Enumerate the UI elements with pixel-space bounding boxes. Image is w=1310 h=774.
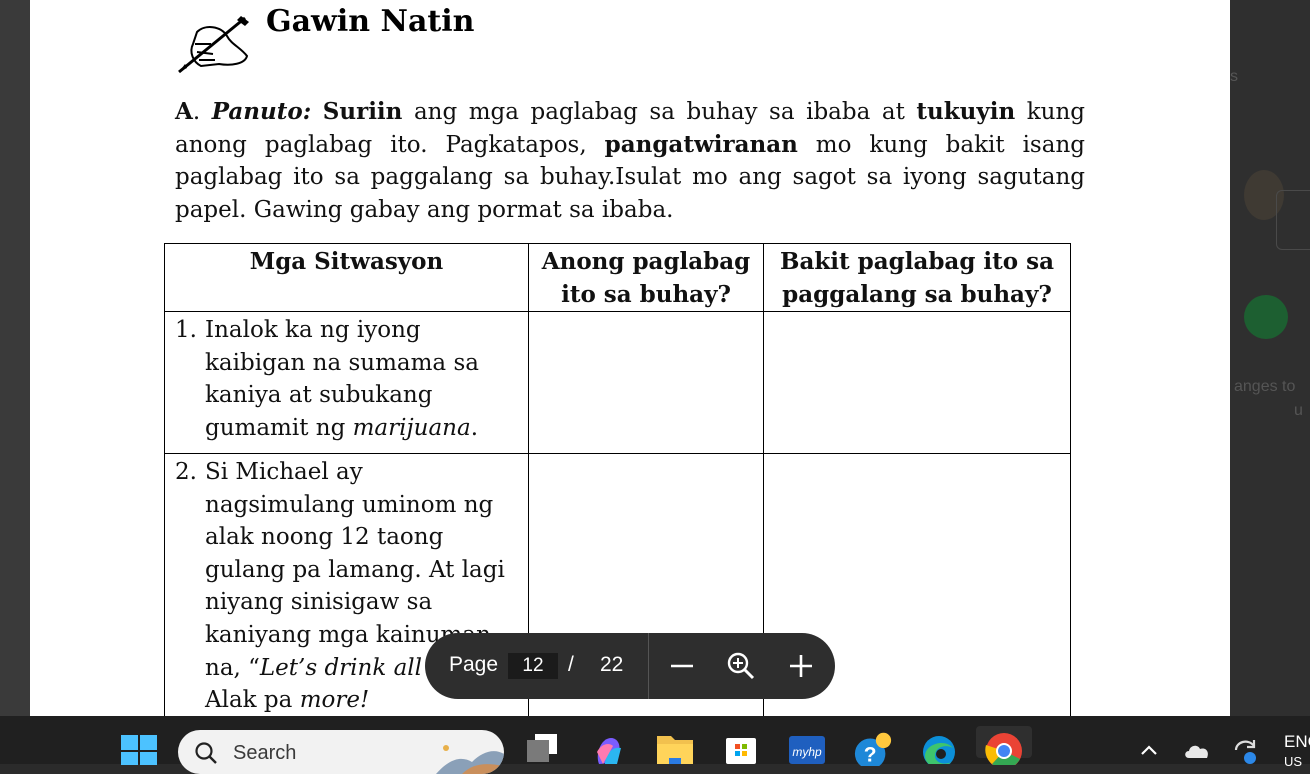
page-label: Page	[449, 653, 499, 676]
taskbar-app-copilot[interactable]	[588, 732, 628, 764]
sync-icon[interactable]	[1232, 738, 1260, 764]
reason-cell	[763, 311, 1071, 454]
page-navigation-toolbar: Page / 22	[425, 633, 835, 699]
background-window: s anges to u	[1230, 0, 1310, 716]
background-text: u	[1294, 402, 1303, 419]
total-pages: 22	[600, 653, 624, 676]
fit-zoom-button[interactable]	[721, 646, 761, 686]
taskbar-app-folder[interactable]	[655, 732, 695, 764]
folder-icon	[657, 736, 693, 764]
windows-taskbar: Search myhp ? EN US	[0, 716, 1310, 774]
header-anong-paglabag: Anong paglabag ito sa buhay?	[528, 243, 764, 312]
taskbar-app-help[interactable]: ?	[853, 732, 893, 766]
myhp-icon: myhp	[789, 736, 825, 764]
start-button[interactable]	[121, 735, 157, 765]
taskbar-search[interactable]: Search	[178, 730, 504, 774]
windows-logo-icon	[121, 735, 157, 765]
page-separator: /	[568, 653, 574, 676]
chevron-up-icon[interactable]	[1140, 744, 1158, 756]
panuto-label: Panuto:	[211, 98, 312, 125]
answer-cell	[528, 311, 764, 454]
chrome-icon	[985, 733, 1022, 765]
search-icon	[195, 742, 217, 764]
search-placeholder: Search	[233, 742, 297, 764]
onedrive-cloud-icon[interactable]	[1183, 742, 1211, 760]
background-text: s	[1230, 68, 1238, 85]
section-heading: Gawin Natin	[266, 4, 475, 39]
situation-cell: 1. Inalok ka ng iyong kaibigan na sumama …	[164, 311, 529, 454]
store-icon	[726, 738, 756, 764]
toolbar-divider	[648, 633, 649, 699]
instruction-label: A	[175, 98, 193, 125]
table-header-row: Mga Sitwasyon Anong paglabag ito sa buha…	[164, 243, 1071, 312]
table-row: 1. Inalok ka ng iyong kaibigan na sumama …	[164, 311, 1071, 454]
copilot-icon	[597, 738, 621, 764]
header-bakit-paglabag: Bakit paglabag ito sa paggalang sa buhay…	[763, 243, 1071, 312]
taskbar-app-file-explorer[interactable]	[522, 732, 562, 764]
edge-icon	[923, 736, 955, 764]
background-text: anges to	[1234, 378, 1296, 395]
background-green-blob	[1244, 295, 1288, 339]
background-frame	[1276, 190, 1310, 250]
file-explorer-icon	[527, 734, 557, 762]
magnifier-plus-icon	[727, 652, 755, 680]
instructions-paragraph: A. Panuto: Suriin ang mga paglabag sa bu…	[175, 98, 1086, 223]
zoom-in-button[interactable]	[781, 646, 821, 686]
zoom-out-button[interactable]	[662, 646, 702, 686]
page-number-input[interactable]	[508, 653, 558, 679]
taskbar-app-store[interactable]	[721, 732, 761, 764]
writing-hand-icon	[178, 16, 249, 74]
pdf-page: Gawin Natin A. Panuto: Suriin ang mga pa…	[30, 0, 1230, 716]
help-icon: ?	[854, 732, 892, 766]
taskbar-app-myhp[interactable]: myhp	[787, 732, 827, 764]
header-sitwasyon: Mga Sitwasyon	[164, 243, 529, 312]
svg-text:?: ?	[864, 743, 877, 766]
language-indicator[interactable]: ENG US	[1284, 732, 1310, 769]
taskbar-app-edge[interactable]	[919, 732, 959, 764]
taskbar-app-chrome[interactable]	[976, 726, 1032, 765]
svg-text:myhp: myhp	[792, 745, 822, 759]
plus-icon	[790, 655, 812, 677]
minus-icon	[671, 664, 693, 668]
search-highlight-icon	[436, 745, 504, 774]
